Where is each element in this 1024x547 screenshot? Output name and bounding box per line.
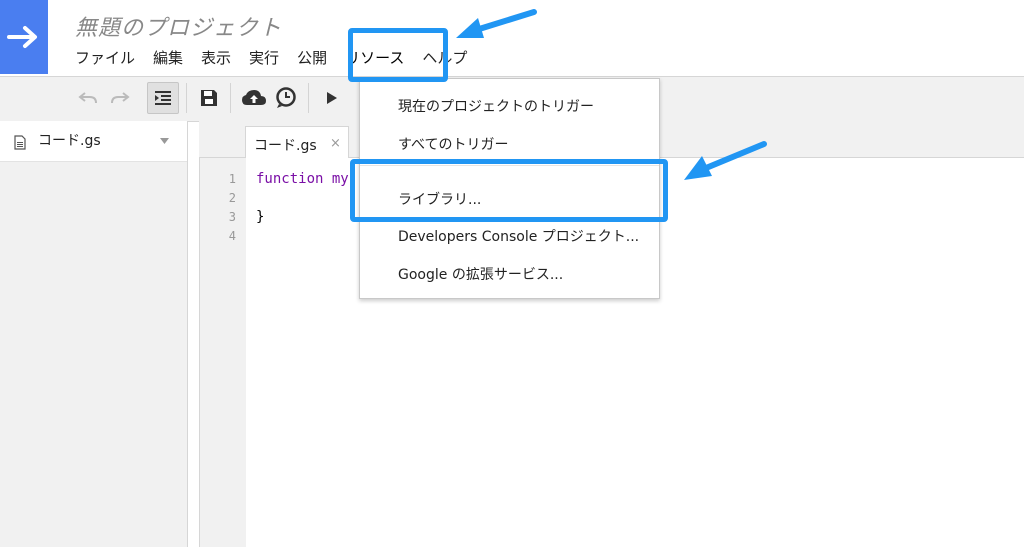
- run-icon[interactable]: [316, 82, 348, 114]
- menu-view[interactable]: 表示: [192, 44, 240, 72]
- menu-item-current-project-triggers[interactable]: 現在のプロジェクトのトリガー: [398, 96, 594, 116]
- tab-code-gs[interactable]: コード.gs ×: [245, 126, 349, 158]
- chevron-down-icon[interactable]: [160, 138, 169, 144]
- project-title[interactable]: 無題のプロジェクト: [75, 10, 282, 42]
- menu-publish[interactable]: 公開: [288, 44, 336, 72]
- undo-icon[interactable]: [72, 82, 104, 114]
- close-icon[interactable]: ×: [330, 136, 341, 151]
- document-icon: [14, 135, 26, 150]
- cloud-upload-icon[interactable]: [238, 82, 270, 114]
- arrow-right-icon: [7, 26, 37, 48]
- menu-item-developers-console[interactable]: Developers Console プロジェクト...: [398, 226, 639, 246]
- save-icon[interactable]: [193, 82, 225, 114]
- menu-edit[interactable]: 編集: [144, 44, 192, 72]
- menu-run[interactable]: 実行: [240, 44, 288, 72]
- tab-label: コード.gs: [254, 138, 317, 154]
- file-sidebar: コード.gs: [0, 121, 188, 547]
- line-number: 2: [228, 191, 236, 205]
- toolbar-divider: [308, 83, 309, 113]
- line-number: 1: [228, 172, 236, 186]
- annotation-arrow-icon: [684, 141, 767, 180]
- file-name: コード.gs: [38, 133, 101, 149]
- line-number: 4: [228, 229, 236, 243]
- menu-item-advanced-google-services[interactable]: Google の拡張サービス...: [398, 264, 563, 284]
- menu-file[interactable]: ファイル: [66, 44, 144, 72]
- highlight-libraries-item: [350, 159, 668, 222]
- highlight-resources-menu: [348, 28, 448, 82]
- menu-item-all-triggers[interactable]: すべてのトリガー: [398, 134, 508, 154]
- code-line[interactable]: function my: [256, 171, 349, 187]
- annotation-arrow-icon: [456, 9, 537, 38]
- clock-trigger-icon[interactable]: [270, 82, 302, 114]
- line-number: 3: [228, 210, 236, 224]
- redo-icon[interactable]: [104, 82, 136, 114]
- file-list-item[interactable]: コード.gs: [0, 121, 187, 162]
- apps-script-logo[interactable]: [0, 0, 48, 74]
- code-line[interactable]: }: [256, 209, 264, 225]
- toolbar-divider: [186, 83, 187, 113]
- toolbar-divider: [230, 83, 231, 113]
- indent-icon[interactable]: [147, 82, 179, 114]
